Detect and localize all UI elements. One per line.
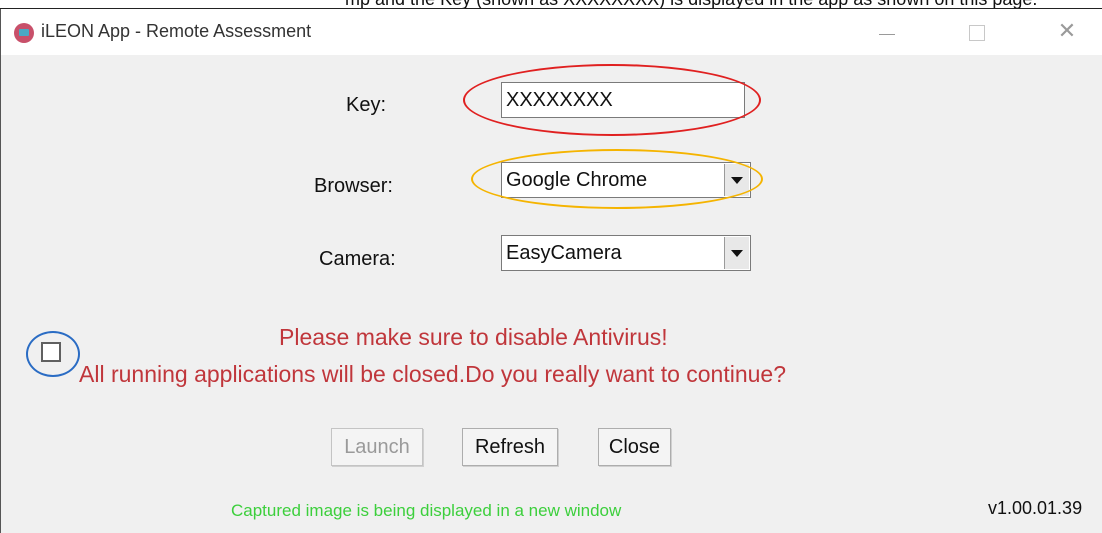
close-button[interactable]: Close: [598, 428, 671, 466]
warning-line-2: All running applications will be closed.…: [79, 361, 787, 387]
close-window-button[interactable]: ✕: [1044, 9, 1090, 55]
minimize-icon: [879, 34, 895, 35]
version-label: v1.00.01.39: [988, 498, 1083, 518]
chevron-down-icon[interactable]: [724, 237, 749, 269]
maximize-icon: [969, 25, 985, 41]
browser-select[interactable]: Google Chrome: [501, 162, 751, 198]
browser-value: Google Chrome: [506, 169, 648, 191]
document-text-cutoff: mp and the Key (shown as XXXXXXXX) is di…: [0, 0, 1102, 9]
camera-label: Camera:: [319, 248, 396, 270]
status-message: Captured image is being displayed in a n…: [231, 501, 622, 520]
warning-line-1: Please make sure to disable Antivirus!: [279, 324, 668, 350]
app-logo-icon: [14, 23, 34, 43]
camera-value: EasyCamera: [506, 242, 622, 264]
close-icon: ✕: [1057, 19, 1077, 44]
chevron-down-icon[interactable]: [724, 164, 749, 196]
refresh-button[interactable]: Refresh: [462, 428, 558, 466]
confirm-checkbox[interactable]: [41, 342, 61, 362]
window-title: iLEON App - Remote Assessment: [41, 21, 312, 41]
launch-button[interactable]: Launch: [331, 428, 423, 466]
camera-select[interactable]: EasyCamera: [501, 235, 751, 271]
key-label: Key:: [346, 94, 387, 116]
title-bar: iLEON App - Remote Assessment ✕: [1, 9, 1102, 55]
browser-label: Browser:: [314, 175, 393, 197]
key-input[interactable]: XXXXXXXX: [501, 82, 745, 118]
cutoff-text: mp and the Key (shown as XXXXXXXX) is di…: [345, 0, 1037, 8]
app-window: iLEON App - Remote Assessment ✕ Key: XXX…: [0, 9, 1102, 533]
minimize-button[interactable]: [864, 9, 910, 55]
maximize-button[interactable]: [954, 9, 1000, 55]
